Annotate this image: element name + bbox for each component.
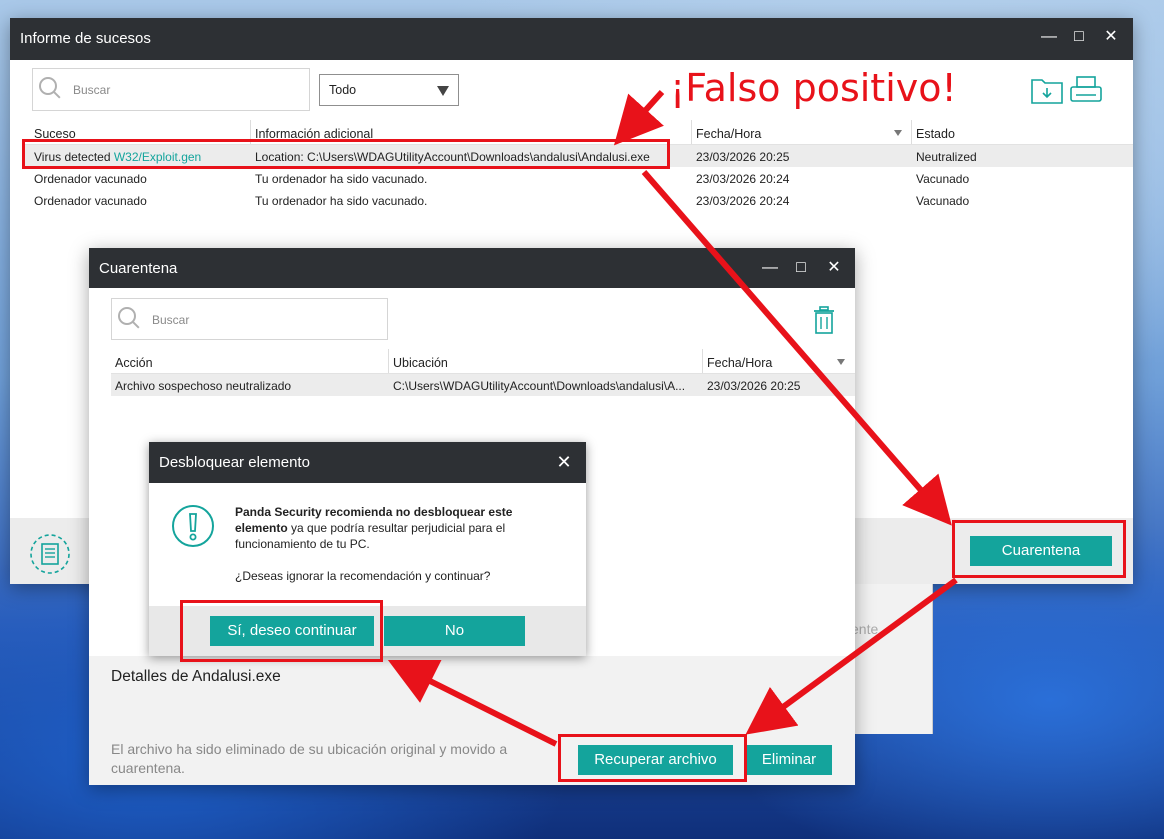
events-titlebar: Informe de sucesos — □ ✕	[10, 18, 1133, 60]
trash-icon[interactable]	[813, 306, 835, 334]
col-accion[interactable]: Acción	[115, 356, 153, 370]
col-fecha[interactable]: Fecha/Hora	[707, 356, 772, 370]
close-icon[interactable]: ✕	[1100, 26, 1122, 48]
highlight-yes-button	[180, 600, 383, 662]
report-icon[interactable]	[28, 532, 72, 576]
close-icon[interactable]: ✕	[823, 257, 845, 279]
no-button[interactable]: No	[384, 616, 525, 646]
search-icon	[118, 307, 136, 325]
unlock-question: ¿Deseas ignorar la recomendación y conti…	[235, 569, 491, 583]
events-search-input[interactable]: Buscar	[32, 68, 310, 111]
minimize-icon[interactable]: —	[759, 257, 781, 279]
filter-dropdown[interactable]: Todo	[319, 74, 459, 106]
quarantine-search-input[interactable]: Buscar	[111, 298, 388, 340]
maximize-icon[interactable]: □	[1068, 26, 1090, 48]
minimize-icon[interactable]: —	[1038, 26, 1060, 48]
unlock-title: Desbloquear elemento	[159, 454, 310, 471]
highlight-quarantine-button	[952, 520, 1126, 578]
quarantine-title: Cuarentena	[99, 260, 178, 277]
sort-down-icon[interactable]	[837, 359, 845, 365]
unlock-titlebar: Desbloquear elemento ✕	[149, 442, 586, 483]
events-title: Informe de sucesos	[20, 30, 151, 47]
delete-button[interactable]: Eliminar	[746, 745, 832, 775]
highlight-recover-button	[558, 734, 747, 782]
chevron-down-icon	[437, 86, 449, 96]
table-row[interactable]: Ordenador vacunado Tu ordenador ha sido …	[22, 167, 1133, 189]
search-icon	[39, 77, 57, 95]
close-icon[interactable]: ✕	[553, 451, 575, 473]
col-estado[interactable]: Estado	[916, 127, 955, 141]
details-title: Detalles de Andalusi.exe	[111, 668, 281, 685]
table-row[interactable]: Ordenador vacunado Tu ordenador ha sido …	[22, 189, 1133, 211]
quarantine-table-header: Acción Ubicación Fecha/Hora	[111, 349, 855, 374]
sort-down-icon[interactable]	[894, 130, 902, 136]
warning-icon	[172, 505, 214, 547]
highlight-detection-row	[22, 139, 670, 169]
col-ubicacion[interactable]: Ubicación	[393, 356, 448, 370]
printer-icon[interactable]	[1070, 76, 1102, 104]
maximize-icon[interactable]: □	[790, 257, 812, 279]
table-row[interactable]: Archivo sospechoso neutralizado C:\Users…	[111, 374, 855, 396]
annotation-text: ¡Falso positivo!	[670, 66, 957, 110]
unlock-message: Panda Security recomienda no desbloquear…	[235, 505, 513, 551]
details-text: El archivo ha sido eliminado de su ubica…	[111, 741, 508, 776]
col-fecha[interactable]: Fecha/Hora	[696, 127, 761, 141]
background-panel: ente	[851, 584, 933, 734]
quarantine-titlebar: Cuarentena — □ ✕	[89, 248, 855, 288]
export-folder-icon[interactable]	[1031, 76, 1063, 104]
